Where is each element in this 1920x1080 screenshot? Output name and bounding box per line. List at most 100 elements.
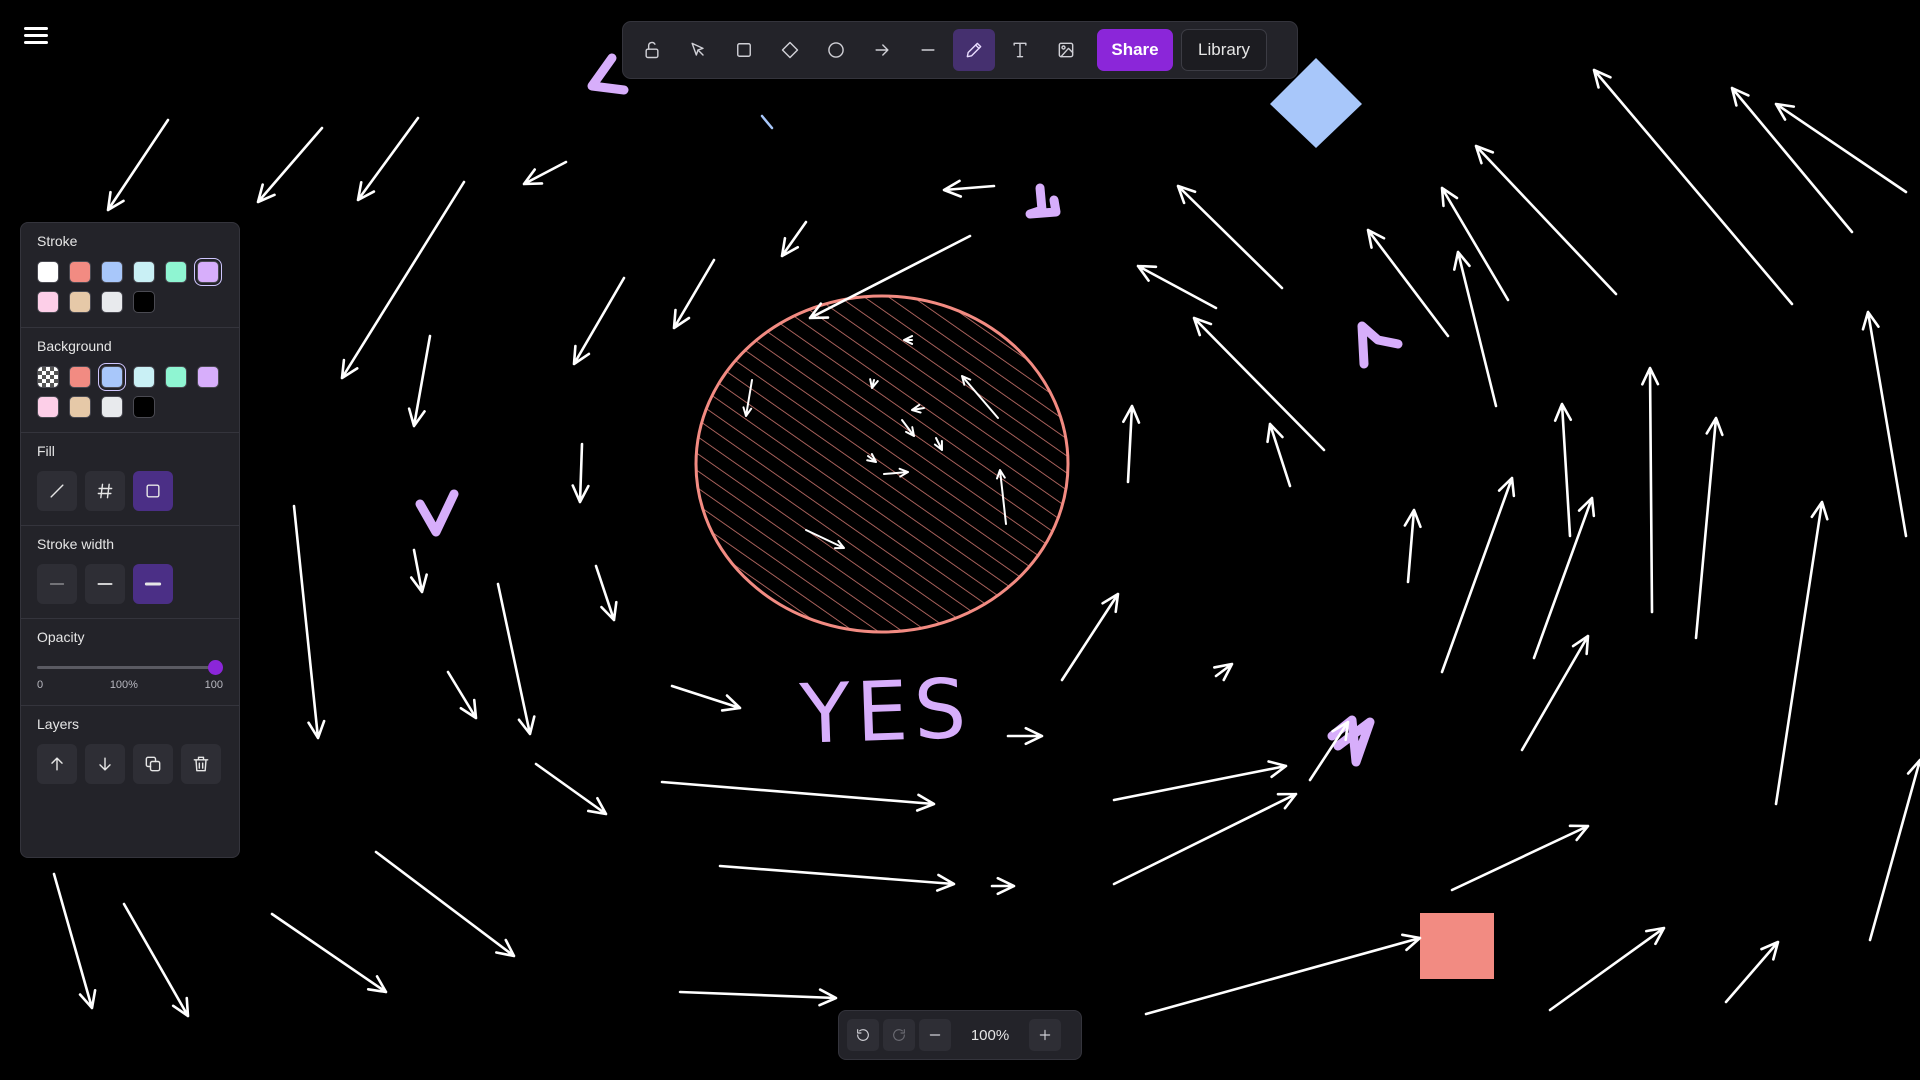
- background-swatch-e8eaed[interactable]: [101, 396, 123, 418]
- fill-solid-button[interactable]: [133, 471, 173, 511]
- background-swatch-a8c7fa[interactable]: [101, 366, 123, 388]
- arrow-element[interactable]: [1192, 316, 1326, 452]
- background-swatch-c9f0f5[interactable]: [133, 366, 155, 388]
- zoom-in-button[interactable]: [1029, 1019, 1061, 1051]
- stroke-swatch-d7aefb[interactable]: [197, 261, 219, 283]
- arrow-element[interactable]: [1308, 720, 1350, 782]
- arrow-element[interactable]: [1553, 402, 1573, 538]
- stroke-swatch-c9f0f5[interactable]: [133, 261, 155, 283]
- arrow-element[interactable]: [670, 684, 742, 712]
- arrow-element[interactable]: [1122, 404, 1141, 484]
- stroke-swatch-8ff5d2[interactable]: [165, 261, 187, 283]
- arrow-tool[interactable]: [861, 29, 903, 71]
- arrow-element[interactable]: [534, 762, 608, 816]
- arrow-element[interactable]: [1060, 592, 1120, 682]
- undo-button[interactable]: [847, 1019, 879, 1051]
- opacity-slider-thumb[interactable]: [208, 660, 223, 675]
- arrow-element[interactable]: [780, 220, 808, 258]
- arrow-element[interactable]: [1774, 500, 1829, 806]
- bring-forward-button[interactable]: [85, 744, 125, 784]
- lock-tool[interactable]: [631, 29, 673, 71]
- arrow-element[interactable]: [446, 670, 478, 720]
- arrow-element[interactable]: [292, 504, 326, 740]
- background-swatch-d7aefb[interactable]: [197, 366, 219, 388]
- duplicate-button[interactable]: [133, 744, 173, 784]
- drawing-canvas[interactable]: YES: [0, 0, 1920, 1080]
- arrow-element[interactable]: [1144, 933, 1422, 1016]
- diamond-tool[interactable]: [769, 29, 811, 71]
- arrow-element[interactable]: [1694, 416, 1724, 640]
- rectangle-tool[interactable]: [723, 29, 765, 71]
- background-swatch-f28b82[interactable]: [69, 366, 91, 388]
- arrow-element[interactable]: [1868, 758, 1920, 942]
- stroke-bold-button[interactable]: [85, 564, 125, 604]
- arrow-element[interactable]: [1774, 102, 1908, 194]
- arrow-element[interactable]: [340, 180, 466, 380]
- hatched-ellipse[interactable]: [690, 290, 1070, 640]
- salmon-square[interactable]: [1420, 913, 1494, 979]
- arrow-element[interactable]: [496, 582, 536, 736]
- zoom-out-button[interactable]: [919, 1019, 951, 1051]
- arrow-element[interactable]: [52, 872, 97, 1010]
- arrow-element[interactable]: [1213, 662, 1234, 682]
- arrow-element[interactable]: [122, 902, 190, 1018]
- stroke-swatch-ffffff[interactable]: [37, 261, 59, 283]
- image-tool[interactable]: [1045, 29, 1087, 71]
- arrow-element[interactable]: [1112, 760, 1288, 802]
- arrow-element[interactable]: [1730, 86, 1854, 234]
- selection-tool[interactable]: [677, 29, 719, 71]
- arrow-element[interactable]: [409, 548, 428, 594]
- line-tool[interactable]: [907, 29, 949, 71]
- arrow-element[interactable]: [1006, 726, 1044, 746]
- arrow-element[interactable]: [660, 780, 936, 812]
- arrow-element[interactable]: [942, 179, 996, 198]
- opacity-slider[interactable]: [37, 657, 223, 677]
- arrow-element[interactable]: [1520, 634, 1590, 752]
- fill-hachure-button[interactable]: [37, 471, 77, 511]
- stroke-swatch-e8eaed[interactable]: [101, 291, 123, 313]
- text-tool[interactable]: [999, 29, 1041, 71]
- library-button[interactable]: Library: [1181, 29, 1267, 71]
- arrow-element[interactable]: [1861, 310, 1908, 538]
- background-swatch-8ff5d2[interactable]: [165, 366, 187, 388]
- arrow-element[interactable]: [1440, 186, 1510, 302]
- zoom-level[interactable]: 100%: [955, 1027, 1025, 1044]
- main-menu-button[interactable]: [20, 22, 52, 50]
- arrow-element[interactable]: [1266, 422, 1292, 488]
- background-swatch-e6c9a8[interactable]: [69, 396, 91, 418]
- arrow-element[interactable]: [572, 276, 626, 366]
- background-swatch-transparent[interactable]: [37, 366, 59, 388]
- ellipse-tool[interactable]: [815, 29, 857, 71]
- draw-tool[interactable]: [953, 29, 995, 71]
- arrow-element[interactable]: [1112, 792, 1298, 886]
- arrow-element[interactable]: [106, 118, 170, 212]
- stroke-swatch-e6c9a8[interactable]: [69, 291, 91, 313]
- stroke-swatch-f28b82[interactable]: [69, 261, 91, 283]
- arrow-element[interactable]: [1366, 228, 1450, 338]
- delete-button[interactable]: [181, 744, 221, 784]
- stroke-swatch-fdcfe8[interactable]: [37, 291, 59, 313]
- background-swatch-000000[interactable]: [133, 396, 155, 418]
- background-swatch-fdcfe8[interactable]: [37, 396, 59, 418]
- arrow-element[interactable]: [1532, 496, 1596, 660]
- handwritten-yes[interactable]: YES: [797, 662, 973, 763]
- arrow-element[interactable]: [256, 126, 324, 204]
- arrow-element[interactable]: [1176, 184, 1284, 290]
- arrow-element[interactable]: [1452, 250, 1498, 408]
- arrow-element[interactable]: [990, 876, 1016, 896]
- stroke-swatch-a8c7fa[interactable]: [101, 261, 123, 283]
- arrow-element[interactable]: [672, 258, 716, 330]
- fill-cross-hatch-button[interactable]: [85, 471, 125, 511]
- arrow-element[interactable]: [1136, 264, 1218, 310]
- arrow-element[interactable]: [356, 116, 420, 202]
- stroke-thin-button[interactable]: [37, 564, 77, 604]
- share-button[interactable]: Share: [1097, 29, 1173, 71]
- stroke-swatch-000000[interactable]: [133, 291, 155, 313]
- arrow-element[interactable]: [1724, 940, 1780, 1004]
- arrow-element[interactable]: [594, 564, 618, 622]
- arrow-element[interactable]: [718, 864, 956, 892]
- redo-button[interactable]: [883, 1019, 915, 1051]
- arrow-element[interactable]: [1450, 824, 1590, 892]
- arrow-element[interactable]: [374, 850, 516, 958]
- arrow-element[interactable]: [1440, 476, 1516, 674]
